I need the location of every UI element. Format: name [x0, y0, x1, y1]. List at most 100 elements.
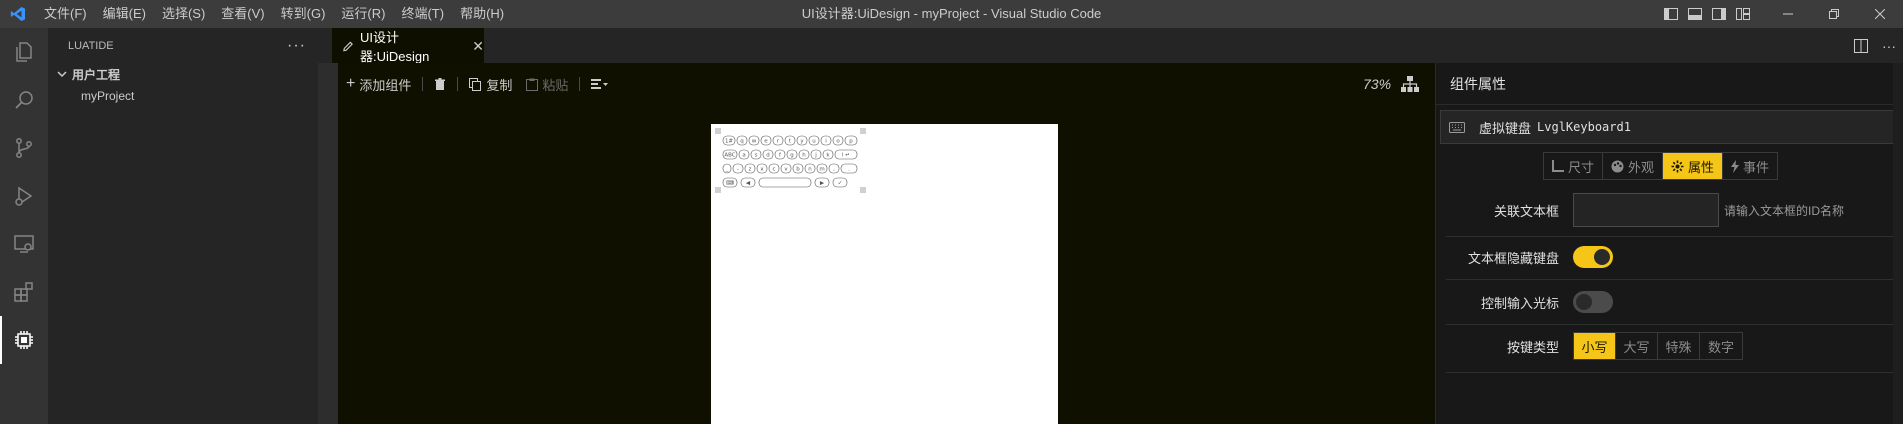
virtual-keyboard-widget[interactable]: 1# q w e r t y u i o p ABC a s d f g h j k l ↵ _ - z x c v b n m,. …: [721, 132, 869, 190]
source-control-icon[interactable]: [0, 124, 48, 172]
tab-size[interactable]: 尺寸: [1544, 153, 1604, 179]
cursor-control-label: 控制输入光标: [1480, 295, 1559, 311]
toggle-panel-icon[interactable]: [1683, 0, 1707, 28]
search-icon[interactable]: [0, 76, 48, 124]
minimize-icon[interactable]: [1765, 0, 1811, 28]
toolbar-divider: [422, 77, 424, 91]
key-type-row: 按键类型 小写 大写 特殊 数字: [1436, 331, 1903, 361]
tab-appearance[interactable]: 外观: [1603, 153, 1664, 179]
vscode-logo-icon: [0, 0, 36, 28]
key-type-uppercase[interactable]: 大写: [1616, 333, 1658, 359]
properties-scrollbar[interactable]: [1893, 63, 1903, 424]
design-canvas[interactable]: 1# q w e r t y u i o p ABC a s d f g h j k l ↵ _ - z x c v b n m,. …: [338, 105, 1435, 424]
svg-text:-: -: [737, 167, 739, 173]
svg-text:◀: ◀: [746, 181, 751, 187]
resize-handle[interactable]: [715, 128, 721, 134]
align-dropdown-icon: [591, 79, 609, 89]
palette-icon: [1611, 160, 1624, 172]
hide-keyboard-toggle[interactable]: [1573, 246, 1613, 268]
svg-text:_: _: [725, 167, 729, 173]
svg-text:d: d: [766, 153, 770, 159]
trash-icon: [435, 77, 446, 90]
tab-events[interactable]: 事件: [1723, 153, 1777, 179]
linked-textbox-input[interactable]: [1573, 193, 1719, 227]
toggle-knob: [1594, 249, 1610, 265]
properties-title: 组件属性: [1436, 63, 1903, 105]
properties-panel: 组件属性 虚拟键盘 LvglKeyboard1 尺寸 外观 属性 事件 关联文本…: [1435, 63, 1903, 424]
menu-selection[interactable]: 选择(S): [154, 0, 213, 28]
svg-text:g: g: [790, 153, 794, 159]
sidebar-title: LUATIDE: [68, 39, 114, 52]
svg-text:k: k: [826, 153, 830, 159]
tab-properties[interactable]: 属性: [1663, 153, 1724, 179]
bolt-icon: [1731, 159, 1740, 173]
tab-appearance-label: 外观: [1628, 159, 1655, 175]
resize-handle[interactable]: [860, 128, 866, 134]
chevron-down-icon: [57, 71, 67, 78]
resize-handle[interactable]: [715, 187, 721, 193]
split-editor-icon[interactable]: [1847, 38, 1875, 53]
menu-help[interactable]: 帮助(H): [452, 0, 512, 28]
restore-icon[interactable]: [1811, 0, 1857, 28]
menu-run[interactable]: 运行(R): [333, 0, 393, 28]
menu-terminal[interactable]: 终端(T): [393, 0, 452, 28]
luatide-chip-icon[interactable]: [0, 316, 48, 364]
tree-root-user-project[interactable]: 用户工程: [48, 63, 318, 85]
align-menu-button[interactable]: [584, 63, 616, 105]
tab-close-icon[interactable]: ✕: [472, 38, 484, 55]
menu-go[interactable]: 转到(G): [273, 0, 334, 28]
toggle-secondary-sidebar-icon[interactable]: [1707, 0, 1731, 28]
explorer-icon[interactable]: [0, 28, 48, 76]
cursor-control-toggle[interactable]: [1573, 291, 1613, 313]
side-bar: LUATIDE ··· 用户工程 myProject: [48, 28, 318, 424]
key-type-lowercase[interactable]: 小写: [1574, 333, 1616, 359]
copy-button[interactable]: 复制: [462, 63, 519, 105]
customize-layout-icon[interactable]: [1731, 0, 1755, 28]
menu-view[interactable]: 查看(V): [213, 0, 272, 28]
remote-explorer-icon[interactable]: [0, 220, 48, 268]
svg-text:l ↵: l ↵: [842, 153, 850, 159]
svg-text:r: r: [777, 139, 780, 145]
more-editor-actions-icon[interactable]: ···: [1875, 38, 1903, 54]
svg-text:v: v: [784, 167, 788, 173]
sidebar-splitter[interactable]: [318, 28, 338, 424]
key-type-special[interactable]: 特殊: [1658, 333, 1700, 359]
component-type-label: 虚拟键盘: [1479, 120, 1532, 136]
zoom-indicator: 73%: [1363, 63, 1420, 105]
plus-icon: +: [346, 75, 356, 92]
add-component-button[interactable]: + 添加组件: [338, 63, 418, 105]
ruler-icon: [1552, 160, 1564, 172]
toggle-sidebar-icon[interactable]: [1659, 0, 1683, 28]
resize-handle[interactable]: [860, 187, 866, 193]
extensions-icon[interactable]: [0, 268, 48, 316]
svg-text:p: p: [849, 139, 853, 145]
cursor-control-row: 控制输入光标: [1436, 290, 1903, 314]
hierarchy-icon[interactable]: [1401, 76, 1420, 92]
row-divider: [1446, 279, 1896, 280]
designer-toolbar: + 添加组件 复制 粘贴: [338, 63, 1435, 105]
svg-text:s: s: [755, 153, 758, 159]
paste-button[interactable]: 粘贴: [519, 63, 575, 105]
more-actions-icon[interactable]: ···: [287, 37, 306, 55]
svg-text:c: c: [772, 167, 775, 173]
tree-item-myproject[interactable]: myProject: [48, 85, 318, 107]
device-screen[interactable]: 1# q w e r t y u i o p ABC a s d f g h j k l ↵ _ - z x c v b n m,. …: [711, 124, 1058, 424]
tree-item-label: myProject: [81, 89, 135, 103]
svg-text:⌨: ⌨: [726, 181, 734, 187]
svg-text:j: j: [814, 153, 817, 159]
menu-file[interactable]: 文件(F): [36, 0, 95, 28]
zoom-level: 73%: [1363, 76, 1392, 92]
delete-button[interactable]: [427, 63, 453, 105]
svg-text:i: i: [825, 139, 827, 145]
menu-edit[interactable]: 编辑(E): [95, 0, 154, 28]
key-type-number[interactable]: 数字: [1700, 333, 1742, 359]
paste-label: 粘贴: [542, 77, 569, 93]
tree-root-label: 用户工程: [72, 67, 121, 82]
add-component-label: 添加组件: [359, 77, 412, 93]
close-window-icon[interactable]: [1857, 0, 1903, 28]
tab-ui-designer[interactable]: UI设计器:UiDesign ✕: [332, 28, 484, 64]
run-debug-icon[interactable]: [0, 172, 48, 220]
svg-text:,: ,: [833, 167, 835, 173]
svg-text:x: x: [760, 167, 764, 173]
editor-actions: ···: [1847, 28, 1903, 63]
